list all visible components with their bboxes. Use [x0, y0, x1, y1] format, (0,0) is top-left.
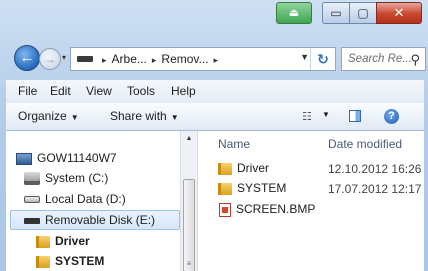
- file-date: 17.07.2012 12:17: [328, 182, 422, 196]
- file-row-system[interactable]: SYSTEM: [218, 181, 286, 195]
- share-with-label: Share with: [110, 109, 167, 123]
- menu-view[interactable]: View: [86, 84, 112, 98]
- view-options-dropdown-icon[interactable]: ▼: [322, 110, 330, 119]
- navigation-bar: ← → ▾ ▸ Arbe... ▸ Remov... ▸ ▼ ↻ Search Re..…: [6, 41, 426, 73]
- organize-label: Organize: [18, 109, 67, 123]
- back-button[interactable]: ←: [14, 45, 40, 71]
- maximize-button[interactable]: ▢: [349, 2, 377, 24]
- navigation-scrollbar[interactable]: ▲ ≡: [180, 131, 197, 271]
- tree-item-label: GOW11140W7: [37, 151, 117, 165]
- minimize-icon: ▭: [330, 6, 342, 20]
- folder-icon: [218, 162, 232, 175]
- pane-divider[interactable]: [197, 131, 198, 271]
- folder-icon: [218, 182, 232, 195]
- scroll-up-icon[interactable]: ▲: [181, 135, 197, 142]
- tree-item-label: SYSTEM: [55, 254, 105, 268]
- dropdown-arrow-icon: ▼: [70, 113, 79, 122]
- refresh-button[interactable]: ↻: [310, 48, 335, 70]
- back-arrow-icon: ←: [19, 49, 35, 66]
- file-name: SYSTEM: [237, 181, 287, 195]
- tree-item-driver[interactable]: Driver: [36, 234, 90, 248]
- system-drive-icon: [24, 172, 40, 186]
- bmp-file-icon: [219, 202, 231, 217]
- file-row-screen-bmp[interactable]: SCREEN.BMP: [219, 202, 315, 217]
- forward-arrow-icon: →: [44, 52, 56, 66]
- address-bar[interactable]: ▸ Arbe... ▸ Remov... ▸ ▼ ↻: [70, 47, 336, 71]
- tree-item-label: Removable Disk (E:): [45, 213, 156, 227]
- file-date: 12.10.2012 16:26: [328, 162, 422, 176]
- tree-item-label: System (C:): [45, 171, 109, 185]
- close-button[interactable]: ✕: [376, 2, 422, 24]
- column-header-name[interactable]: Name: [218, 137, 250, 151]
- file-name: Driver: [237, 161, 269, 175]
- menu-edit[interactable]: Edit: [50, 84, 71, 98]
- explorer-window: ⏏ ▭ ▢ ✕ ← → ▾ ▸ Arbe... ▸ Remov... ▸ ▼ ↻ Sea…: [0, 0, 428, 271]
- search-input[interactable]: Search Re... ⚲: [341, 47, 426, 71]
- maximize-icon: ▢: [357, 6, 369, 20]
- menu-help[interactable]: Help: [171, 84, 196, 98]
- computer-icon: [16, 152, 32, 165]
- tree-item-system-c[interactable]: System (C:): [24, 171, 109, 186]
- breadcrumb: ▸ Arbe... ▸ Remov... ▸: [97, 52, 223, 66]
- scrollbar-thumb[interactable]: [183, 179, 195, 271]
- eject-icon: ⏏: [288, 7, 300, 19]
- close-icon: ✕: [393, 5, 405, 20]
- removable-disk-icon: [24, 217, 40, 224]
- command-bar: Organize ▼ Share with ▼ ☷ ▼ ?: [6, 103, 424, 131]
- safely-remove-button[interactable]: ⏏: [276, 2, 312, 24]
- share-with-button[interactable]: Share with ▼: [110, 109, 179, 123]
- menu-bar: File Edit View Tools Help: [6, 80, 424, 104]
- breadcrumb-item[interactable]: Remov...: [161, 52, 208, 66]
- organize-button[interactable]: Organize ▼: [18, 109, 79, 123]
- column-header-date-modified[interactable]: Date modified: [328, 137, 402, 151]
- forward-button[interactable]: →: [39, 48, 61, 70]
- minimize-button[interactable]: ▭: [322, 2, 350, 24]
- tree-item-label: Local Data (D:): [45, 192, 126, 206]
- file-name: SCREEN.BMP: [236, 202, 316, 216]
- tree-item-label: Driver: [55, 234, 90, 248]
- tree-item-local-data-d[interactable]: Local Data (D:): [24, 192, 126, 206]
- breadcrumb-item[interactable]: Arbe...: [112, 52, 147, 66]
- removable-disk-icon: [77, 56, 93, 62]
- address-dropdown-icon[interactable]: ▼: [300, 52, 309, 62]
- help-icon[interactable]: ?: [384, 109, 399, 124]
- search-icon[interactable]: ⚲: [410, 52, 420, 68]
- tree-item-system[interactable]: SYSTEM: [36, 254, 104, 268]
- tree-item-computer[interactable]: GOW11140W7: [16, 151, 117, 165]
- scroll-grip-icon: ≡: [186, 259, 192, 268]
- menu-tools[interactable]: Tools: [127, 84, 155, 98]
- folder-icon: [36, 255, 50, 268]
- content-area: GOW11140W7 System (C:) Local Data (D:) R…: [6, 131, 424, 271]
- drive-icon: [24, 196, 40, 204]
- breadcrumb-separator-icon[interactable]: ▸: [214, 55, 219, 65]
- menu-file[interactable]: File: [18, 84, 37, 98]
- change-view-icon[interactable]: ☷: [302, 110, 312, 123]
- preview-pane-icon[interactable]: [349, 110, 361, 122]
- breadcrumb-separator-icon[interactable]: ▸: [102, 55, 107, 65]
- tree-item-removable-disk-e[interactable]: Removable Disk (E:): [24, 213, 155, 227]
- navigation-pane: GOW11140W7 System (C:) Local Data (D:) R…: [6, 131, 180, 271]
- breadcrumb-separator-icon[interactable]: ▸: [152, 55, 157, 65]
- file-row-driver[interactable]: Driver: [218, 161, 269, 175]
- search-placeholder: Search Re...: [348, 53, 412, 65]
- dropdown-arrow-icon: ▼: [170, 113, 179, 122]
- folder-icon: [36, 235, 50, 248]
